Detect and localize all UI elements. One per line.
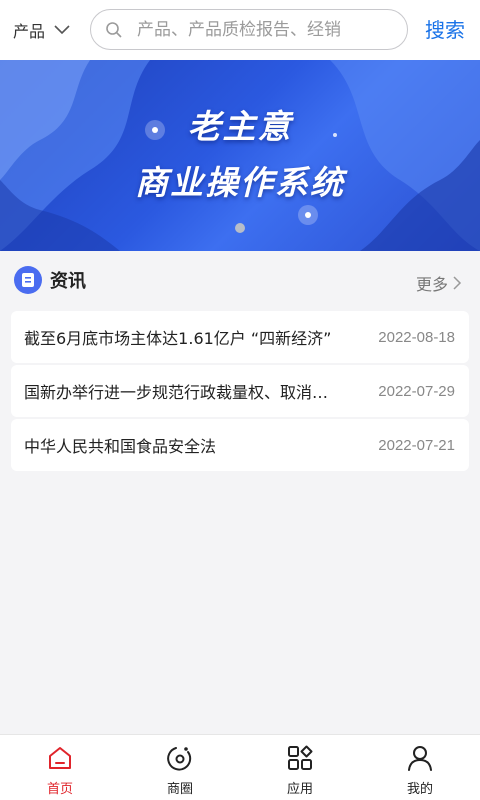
more-label: 更多 — [415, 275, 448, 294]
news-icon — [14, 266, 42, 294]
carousel-indicator[interactable] — [235, 223, 245, 233]
tab-home[interactable]: 首页 — [0, 735, 120, 800]
news-item-title: 国新办举行进一步规范行政裁量权、取消罚款事项 — [24, 383, 334, 402]
banner-title-line1: 老主意 — [187, 107, 293, 146]
news-item-date: 2022-07-29 — [378, 382, 455, 400]
chevron-right-icon — [453, 276, 462, 290]
tab-label: 首页 — [46, 782, 73, 797]
top-bar: 产品 搜索 — [0, 0, 480, 60]
banner-title-line2: 商业操作系统 — [135, 163, 345, 202]
news-section-title: 资讯 — [50, 271, 86, 292]
tab-label: 商圈 — [166, 782, 193, 797]
more-link[interactable]: 更多 — [416, 271, 462, 295]
chevron-down-icon — [54, 25, 70, 35]
search-box[interactable] — [90, 9, 408, 50]
tab-label: 应用 — [286, 782, 313, 797]
search-button[interactable]: 搜索 — [425, 14, 465, 43]
search-icon — [106, 21, 122, 38]
news-item-title: 中华人民共和国食品安全法 — [24, 437, 217, 456]
bottom-tab-bar: 首页 商圈 应用 我的 — [0, 734, 480, 800]
news-item-title: 截至6月底市场主体达1.61亿户 “四新经济” — [24, 329, 332, 348]
news-item-date: 2022-08-18 — [378, 328, 455, 346]
user-icon — [408, 746, 432, 771]
news-item[interactable]: 中华人民共和国食品安全法 2022-07-21 — [11, 419, 469, 471]
news-item[interactable]: 截至6月底市场主体达1.61亿户 “四新经济” 2022-08-18 — [11, 311, 469, 363]
news-section-header: 资讯 更多 — [0, 251, 480, 309]
category-selector[interactable]: 产品 — [13, 10, 77, 50]
apps-icon — [288, 745, 313, 770]
tab-mine[interactable]: 我的 — [360, 735, 480, 800]
tab-apps[interactable]: 应用 — [240, 735, 360, 800]
tab-business-circle[interactable]: 商圈 — [120, 735, 240, 800]
category-label: 产品 — [13, 22, 46, 41]
search-input[interactable] — [137, 19, 387, 40]
news-item[interactable]: 国新办举行进一步规范行政裁量权、取消罚款事项 2022-07-29 — [11, 365, 469, 417]
tab-label: 我的 — [406, 782, 433, 797]
news-item-date: 2022-07-21 — [378, 436, 455, 454]
home-icon — [49, 747, 71, 769]
orbit-icon — [167, 747, 192, 771]
